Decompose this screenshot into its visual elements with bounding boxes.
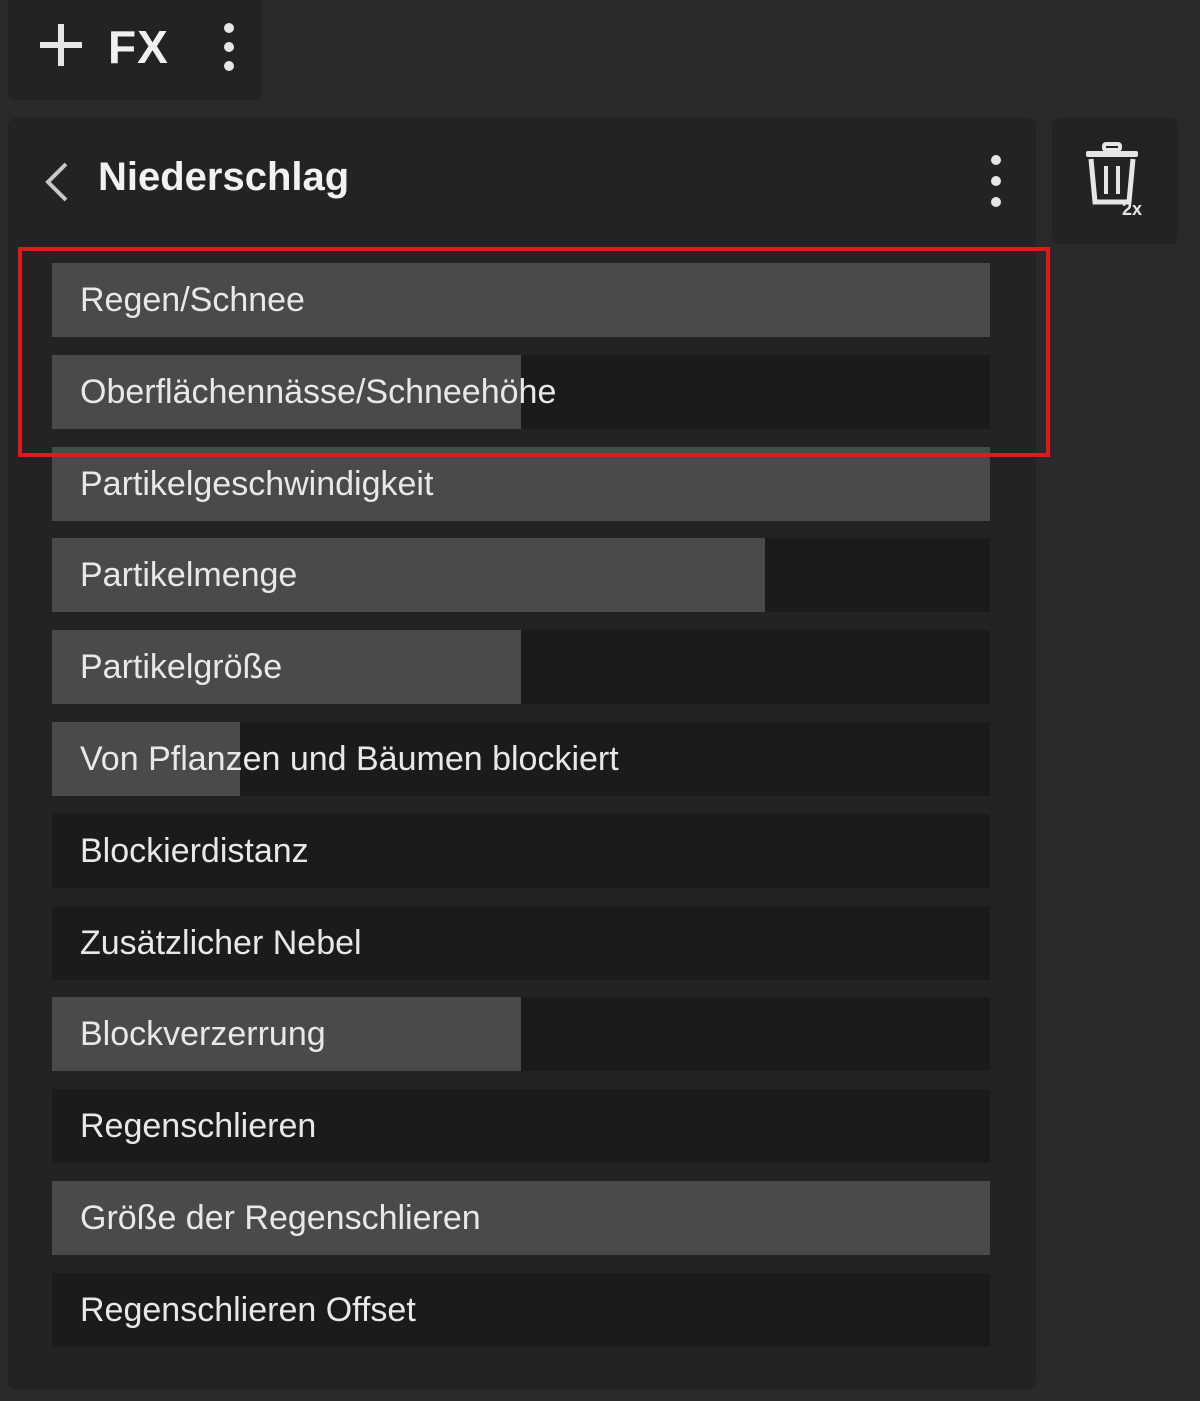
slider-label: Regenschlieren [80, 1107, 317, 1145]
slider-label: Blockverzerrung [80, 1015, 326, 1053]
slider-row[interactable]: Partikelmenge [52, 538, 990, 612]
slider-row[interactable]: Zusätzlicher Nebel [52, 906, 990, 980]
panel-title: Niederschlag [98, 155, 350, 199]
slider-label: Partikelmenge [80, 556, 298, 594]
slider-label: Partikelgeschwindigkeit [80, 465, 434, 503]
slider-label: Regenschlieren Offset [80, 1291, 416, 1329]
slider-label: Oberflächennässe/Schneehöhe [80, 373, 557, 411]
slider-label: Von Pflanzen und Bäumen blockiert [80, 740, 619, 778]
slider-label: Zusätzlicher Nebel [80, 924, 362, 962]
slider-label: Blockierdistanz [80, 832, 309, 870]
slider-row[interactable]: Größe der Regenschlieren [52, 1181, 990, 1255]
slider-row[interactable]: Partikelgröße [52, 630, 990, 704]
slider-label: Größe der Regenschlieren [80, 1199, 481, 1237]
slider-row[interactable]: Von Pflanzen und Bäumen blockiert [52, 722, 990, 796]
slider-row[interactable]: Oberflächennässe/Schneehöhe [52, 355, 990, 429]
slider-label: Partikelgröße [80, 648, 283, 686]
slider-row[interactable]: Blockierdistanz [52, 814, 990, 888]
slider-row[interactable]: Regenschlieren Offset [52, 1273, 990, 1347]
slider-row[interactable]: Partikelgeschwindigkeit [52, 447, 990, 521]
plus-icon[interactable] [38, 22, 84, 68]
slider-label: Regen/Schnee [80, 281, 305, 319]
trash-badge: 2x [1122, 199, 1142, 218]
fx-label[interactable]: FX [108, 20, 169, 74]
slider-row[interactable]: Regen/Schnee [52, 263, 990, 337]
more-vertical-icon[interactable] [980, 152, 1012, 210]
fx-editor: FX Niederschlag 2x Regen/Schnee Oberfläch… [0, 0, 1200, 1401]
slider-row[interactable]: Regenschlieren [52, 1089, 990, 1163]
trash-icon[interactable]: 2x [1080, 142, 1150, 218]
more-vertical-icon[interactable] [214, 20, 244, 74]
slider-row[interactable]: Blockverzerrung [52, 997, 990, 1071]
chevron-left-icon[interactable] [40, 160, 74, 204]
